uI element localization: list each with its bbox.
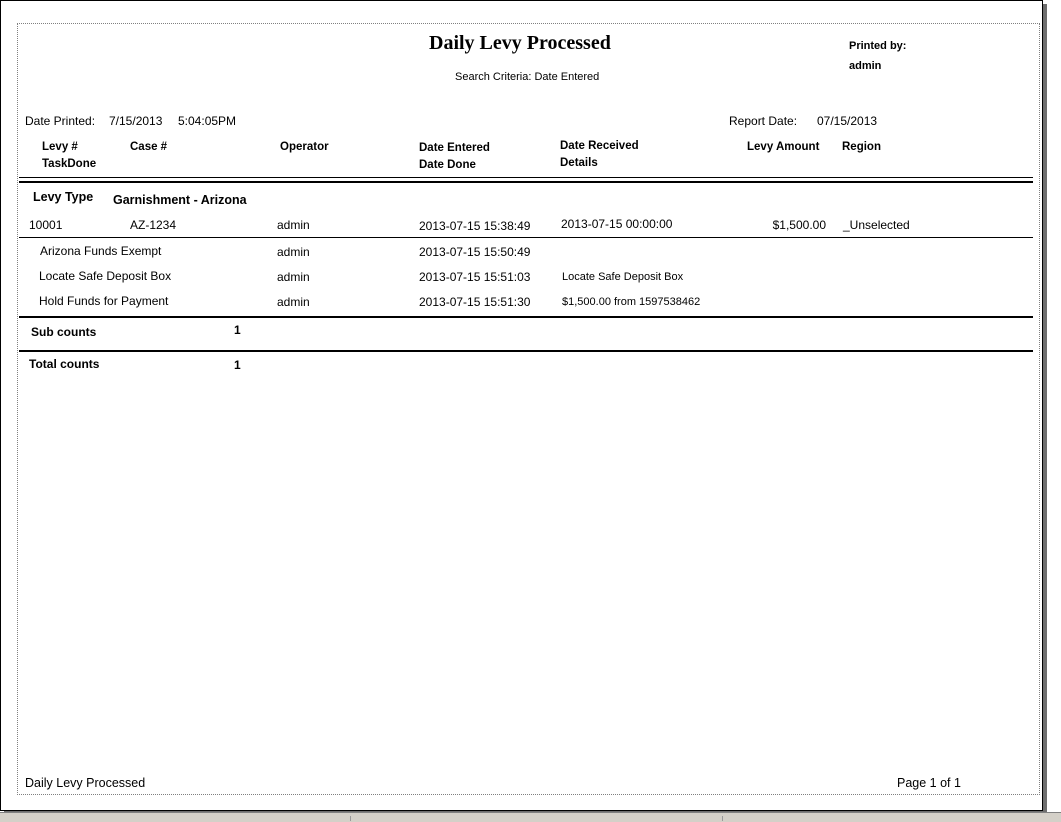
- group-value: Garnishment - Arizona: [113, 193, 247, 207]
- footer-page-number: Page 1 of 1: [897, 776, 961, 790]
- search-criteria: Search Criteria: Date Entered: [455, 71, 600, 83]
- levy-no: 10001: [29, 218, 63, 232]
- col-date-received: Date Received: [560, 140, 639, 152]
- group-label: Levy Type: [33, 190, 94, 204]
- report-date-value: 07/15/2013: [817, 114, 878, 128]
- case-no: AZ-1234: [130, 218, 177, 232]
- col-date-done: Date Done: [419, 159, 476, 171]
- region: _Unselected: [843, 218, 910, 232]
- col-case-no: Case #: [130, 141, 168, 153]
- col-region: Region: [842, 141, 881, 153]
- task-date-done: 2013-07-15 15:51:30: [419, 295, 531, 309]
- date-received: 2013-07-15 00:00:00: [561, 217, 673, 231]
- total-counts-rule: [19, 350, 1033, 352]
- report-date-label: Report Date:: [729, 114, 798, 128]
- printed-by-value: admin: [849, 60, 882, 72]
- footer-report-name: Daily Levy Processed: [25, 776, 146, 790]
- date-printed-value: 7/15/2013: [109, 114, 163, 128]
- total-counts-label: Total counts: [29, 357, 100, 371]
- levy-row-rule: [19, 237, 1033, 238]
- task-name: Hold Funds for Payment: [39, 294, 169, 308]
- time-printed-value: 5:04:05PM: [178, 114, 237, 128]
- levy-amount: $1,500.00: [772, 218, 826, 232]
- sub-counts-rule: [19, 316, 1033, 318]
- task-details: $1,500.00 from 1597538462: [562, 296, 701, 308]
- report-page: Daily Levy Processed Search Criteria: Da…: [0, 0, 1043, 811]
- task-name: Arizona Funds Exempt: [40, 244, 162, 258]
- task-name: Locate Safe Deposit Box: [39, 269, 172, 283]
- task-date-done: 2013-07-15 15:50:49: [419, 245, 531, 259]
- col-details: Details: [560, 157, 598, 169]
- col-levy-no: Levy #: [42, 141, 78, 153]
- col-date-entered: Date Entered: [419, 142, 490, 154]
- total-counts-value: 1: [234, 358, 241, 372]
- page-margin-guide: [17, 23, 1040, 795]
- status-bar-divider: [350, 816, 351, 821]
- operator: admin: [277, 218, 310, 232]
- header-rule-bottom: [19, 181, 1033, 183]
- date-entered: 2013-07-15 15:38:49: [419, 219, 531, 233]
- task-date-done: 2013-07-15 15:51:03: [419, 270, 531, 284]
- page-shadow: [1043, 4, 1047, 812]
- header-rule-top: [19, 177, 1033, 178]
- report-title: Daily Levy Processed: [429, 32, 611, 54]
- sub-counts-value: 1: [234, 323, 241, 337]
- task-details: Locate Safe Deposit Box: [562, 271, 684, 283]
- task-operator: admin: [277, 245, 310, 259]
- col-operator: Operator: [280, 141, 329, 153]
- task-operator: admin: [277, 270, 310, 284]
- task-operator: admin: [277, 295, 310, 309]
- col-task-done: TaskDone: [42, 158, 97, 170]
- printed-by-label: Printed by:: [849, 40, 907, 52]
- status-bar-divider: [722, 816, 723, 821]
- col-levy-amount: Levy Amount: [747, 141, 820, 153]
- date-printed-label: Date Printed:: [25, 114, 96, 128]
- sub-counts-label: Sub counts: [31, 325, 97, 339]
